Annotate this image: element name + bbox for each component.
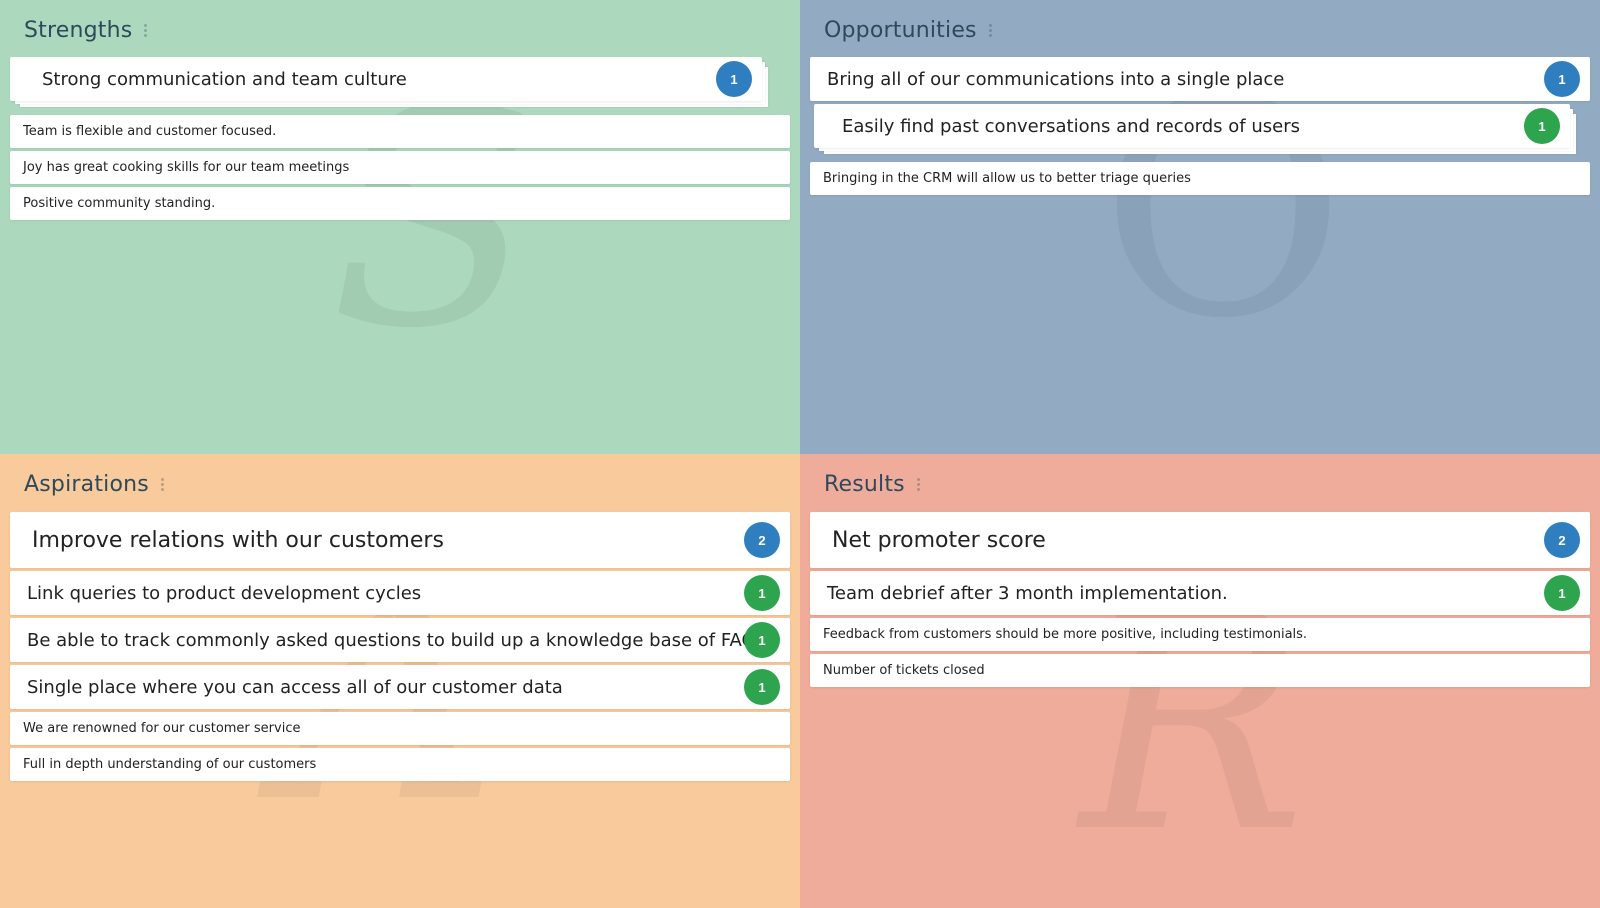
opportunities-title: Opportunities: [824, 17, 977, 43]
results-quadrant: R Results Net promoter score 2 Team debr…: [800, 454, 1600, 908]
aspirations-cards: Improve relations with our customers 2 L…: [10, 512, 790, 784]
card-track-faqs[interactable]: Be able to track commonly asked question…: [10, 618, 790, 662]
card-improve-relations[interactable]: Improve relations with our customers 2: [10, 512, 790, 568]
card-strong-communication[interactable]: Strong communication and team culture 1: [10, 57, 762, 101]
results-cards: Net promoter score 2 Team debrief after …: [810, 512, 1590, 690]
strengths-menu-icon[interactable]: [142, 22, 149, 39]
card-text: We are renowned for our customer service: [23, 721, 301, 736]
aspirations-menu-icon[interactable]: [159, 476, 166, 493]
card-crm-triage[interactable]: Bringing in the CRM will allow us to bet…: [810, 162, 1590, 195]
card-text: Number of tickets closed: [823, 663, 985, 678]
results-title: Results: [824, 471, 905, 497]
card-find-past-conversations[interactable]: Easily find past conversations and recor…: [814, 104, 1570, 148]
aspirations-quadrant: A Aspirations Improve relations with our…: [0, 454, 800, 908]
results-menu-icon[interactable]: [915, 476, 922, 493]
vote-badge[interactable]: 1: [1544, 61, 1580, 97]
card-text: Strong communication and team culture: [42, 68, 407, 90]
card-link-queries[interactable]: Link queries to product development cycl…: [10, 571, 790, 615]
card-tickets-closed[interactable]: Number of tickets closed: [810, 654, 1590, 687]
card-text: Team debrief after 3 month implementatio…: [827, 582, 1228, 604]
card-text: Bringing in the CRM will allow us to bet…: [823, 171, 1191, 186]
card-text: Single place where you can access all of…: [27, 676, 563, 698]
strengths-quadrant: S Strengths Strong communication and tea…: [0, 0, 800, 454]
card-text: Positive community standing.: [23, 196, 216, 211]
vote-badge[interactable]: 2: [744, 522, 780, 558]
results-header: Results: [824, 470, 922, 498]
card-renowned-service[interactable]: We are renowned for our customer service: [10, 712, 790, 745]
strengths-cards: Strong communication and team culture 1 …: [10, 57, 790, 223]
opportunities-quadrant: O Opportunities Bring all of our communi…: [800, 0, 1600, 454]
card-understanding-customers[interactable]: Full in depth understanding of our custo…: [10, 748, 790, 781]
opportunities-header: Opportunities: [824, 16, 994, 44]
aspirations-title: Aspirations: [24, 471, 149, 497]
card-text: Improve relations with our customers: [32, 527, 444, 553]
card-joy-cooking[interactable]: Joy has great cooking skills for our tea…: [10, 151, 790, 184]
card-feedback-positive[interactable]: Feedback from customers should be more p…: [810, 618, 1590, 651]
card-bring-communications[interactable]: Bring all of our communications into a s…: [810, 57, 1590, 101]
strengths-header: Strengths: [24, 16, 149, 44]
opportunities-cards: Bring all of our communications into a s…: [810, 57, 1590, 198]
card-text: Be able to track commonly asked question…: [27, 629, 771, 651]
swot-board: S Strengths Strong communication and tea…: [0, 0, 1600, 908]
card-text: Easily find past conversations and recor…: [842, 115, 1300, 137]
card-text: Team is flexible and customer focused.: [23, 124, 277, 139]
card-text: Full in depth understanding of our custo…: [23, 757, 317, 772]
vote-badge[interactable]: 1: [744, 622, 780, 658]
card-text: Bring all of our communications into a s…: [827, 68, 1285, 90]
vote-badge[interactable]: 1: [744, 669, 780, 705]
vote-badge[interactable]: 1: [716, 61, 752, 97]
card-text: Link queries to product development cycl…: [27, 582, 422, 604]
card-team-debrief[interactable]: Team debrief after 3 month implementatio…: [810, 571, 1590, 615]
vote-badge[interactable]: 2: [1544, 522, 1580, 558]
card-text: Feedback from customers should be more p…: [823, 627, 1308, 642]
card-positive-community[interactable]: Positive community standing.: [10, 187, 790, 220]
card-text: Joy has great cooking skills for our tea…: [23, 160, 350, 175]
vote-badge[interactable]: 1: [744, 575, 780, 611]
aspirations-header: Aspirations: [24, 470, 166, 498]
opportunities-menu-icon[interactable]: [987, 22, 994, 39]
card-text: Net promoter score: [832, 527, 1046, 553]
vote-badge[interactable]: 1: [1524, 108, 1560, 144]
card-team-flexible[interactable]: Team is flexible and customer focused.: [10, 115, 790, 148]
vote-badge[interactable]: 1: [1544, 575, 1580, 611]
card-single-place-data[interactable]: Single place where you can access all of…: [10, 665, 790, 709]
card-net-promoter[interactable]: Net promoter score 2: [810, 512, 1590, 568]
strengths-title: Strengths: [24, 17, 133, 43]
